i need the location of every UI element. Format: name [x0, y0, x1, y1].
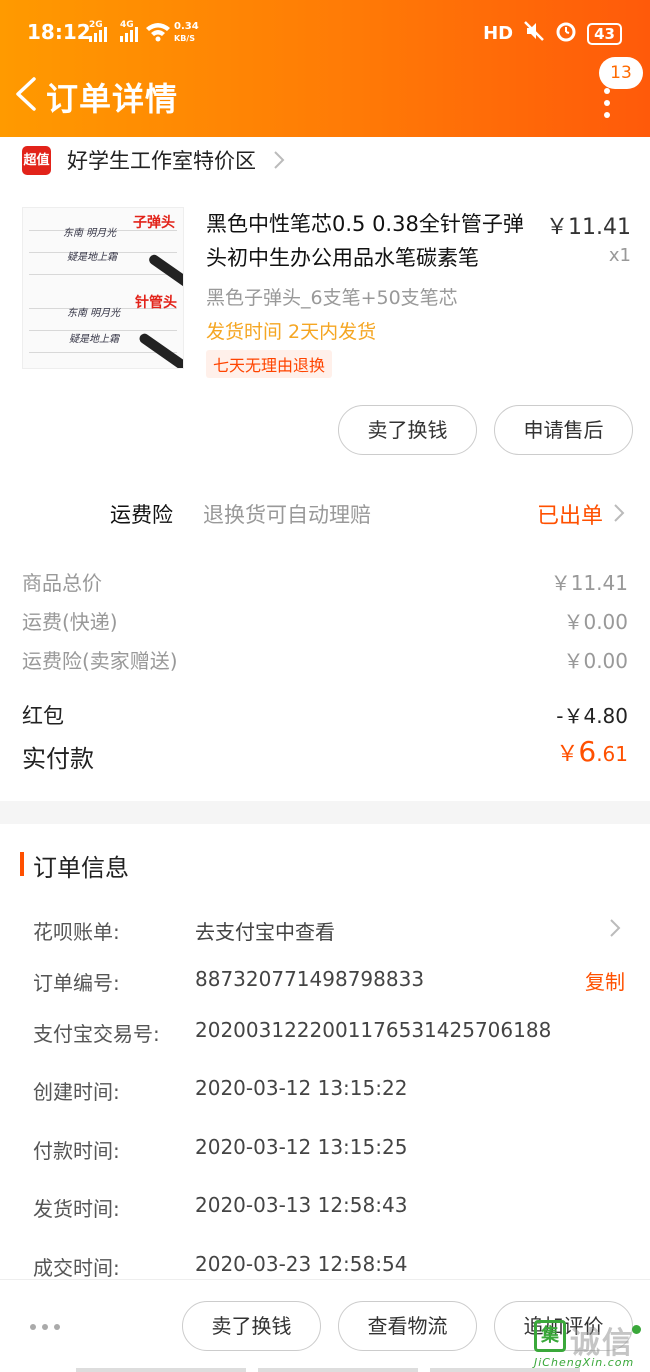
huabei-bill-link[interactable]: 去支付宝中查看: [195, 916, 335, 945]
chevron-right-icon[interactable]: [612, 503, 626, 523]
watermark-url: JiChengXin.com: [534, 1356, 635, 1369]
shop-name[interactable]: 好学生工作室特价区: [67, 145, 256, 175]
product-spec: 黑色子弹头_6支笔+50支笔芯: [206, 287, 458, 309]
thumb-tag-needle: 针管头: [135, 295, 177, 311]
info-label: 成交时间:: [33, 1256, 120, 1280]
red-packet-label: 红包: [22, 704, 64, 728]
fee-label: 运费险(卖家赠送): [22, 649, 178, 673]
info-label: 创建时间:: [33, 1080, 120, 1104]
paid-currency: ￥: [556, 742, 579, 767]
svg-text:KB/S: KB/S: [174, 34, 195, 43]
status-right: HD 43: [483, 20, 622, 47]
return-policy-tag: 七天无理由退换: [206, 350, 333, 378]
notification-badge[interactable]: 13: [599, 57, 643, 89]
alipay-trade-number: 2020031222001176531425706188: [195, 1018, 552, 1042]
mute-icon: [523, 20, 545, 47]
product-price: ￥11.41: [546, 215, 631, 240]
product-quantity: x1: [608, 245, 631, 266]
info-label: 支付宝交易号:: [33, 1022, 160, 1046]
created-time: 2020-03-12 13:15:22: [195, 1076, 408, 1100]
nav-hint: [76, 1368, 246, 1372]
svg-text:2G: 2G: [89, 20, 103, 30]
chevron-right-icon: [274, 151, 285, 169]
product-title[interactable]: 黑色中性笔芯0.5 0.38全针管子弹头初中生办公用品水笔碳素笔: [206, 207, 541, 275]
fee-value: ￥11.41: [550, 571, 628, 595]
info-label: 花呗账单:: [33, 920, 120, 944]
thumb-tag-bullet: 子弹头: [133, 215, 175, 231]
section-accent-bar: [20, 852, 24, 876]
watermark-logo: 集 诚信 JiChengXin.com: [532, 1318, 650, 1372]
fee-value: ￥0.00: [563, 610, 628, 634]
shipping-insurance-label: 运费险: [110, 503, 173, 527]
back-icon[interactable]: [12, 77, 40, 111]
fee-label: 运费(快递): [22, 610, 118, 634]
hd-indicator: HD: [483, 23, 514, 44]
watermark-mark: 集: [534, 1320, 566, 1352]
paid-amount-label: 实付款: [22, 745, 94, 773]
shop-row[interactable]: 超值 好学生工作室特价区: [22, 142, 286, 178]
info-label: 发货时间:: [33, 1197, 120, 1221]
more-menu-icon[interactable]: [601, 88, 613, 118]
info-label: 订单编号:: [33, 971, 120, 995]
shipping-insurance-status[interactable]: 已出单: [537, 498, 603, 530]
paid-decimal: .61: [596, 742, 628, 766]
info-label: 付款时间:: [33, 1139, 120, 1163]
header-bar: 18:12 2G 4G 0.34 KB/S HD 43 订单详情 13: [0, 0, 650, 137]
svg-text:0.34: 0.34: [174, 21, 199, 32]
sell-for-cash-button[interactable]: 卖了换钱: [182, 1301, 321, 1351]
red-packet-value: -￥4.80: [556, 704, 628, 728]
product-thumbnail[interactable]: 子弹头 针管头 东南 明月光 疑是地上霜 东南 明月光 疑是地上霜: [22, 207, 184, 369]
paid-time: 2020-03-12 13:15:25: [195, 1135, 408, 1159]
status-time: 18:12: [27, 20, 91, 44]
copy-button[interactable]: 复制: [585, 966, 625, 995]
chevron-right-icon[interactable]: [608, 918, 622, 938]
shop-logo: 超值: [22, 145, 51, 175]
page-title: 订单详情: [46, 80, 179, 118]
fee-value: ￥0.00: [563, 649, 628, 673]
shipping-insurance-desc: 退换货可自动理赔: [203, 503, 371, 527]
section-title: 订单信息: [33, 854, 129, 882]
completed-time: 2020-03-23 12:58:54: [195, 1252, 408, 1276]
sell-for-cash-button[interactable]: 卖了换钱: [338, 405, 477, 455]
order-number: 887320771498798833: [195, 967, 425, 991]
signal-icon: 2G 4G 0.34 KB/S: [86, 18, 226, 46]
status-bar: 18:12 2G 4G 0.34 KB/S HD 43: [0, 0, 650, 64]
paid-amount-value: ￥6.61: [556, 735, 628, 768]
alarm-icon: [555, 20, 577, 47]
svg-text:4G: 4G: [120, 20, 134, 30]
nav-hint: [258, 1368, 418, 1372]
ship-time: 发货时间 2天内发货: [206, 321, 377, 343]
view-logistics-button[interactable]: 查看物流: [338, 1301, 477, 1351]
order-product-card: 超值 好学生工作室特价区 子弹头 针管头 东南 明月光 疑是地上霜 东南 明月光…: [0, 137, 650, 801]
shipped-time: 2020-03-13 12:58:43: [195, 1193, 408, 1217]
paid-integer: 6: [578, 735, 597, 768]
fee-label: 商品总价: [22, 571, 102, 595]
after-sale-button[interactable]: 申请售后: [494, 405, 633, 455]
battery-icon: 43: [587, 22, 622, 45]
more-options-icon[interactable]: [30, 1324, 60, 1330]
